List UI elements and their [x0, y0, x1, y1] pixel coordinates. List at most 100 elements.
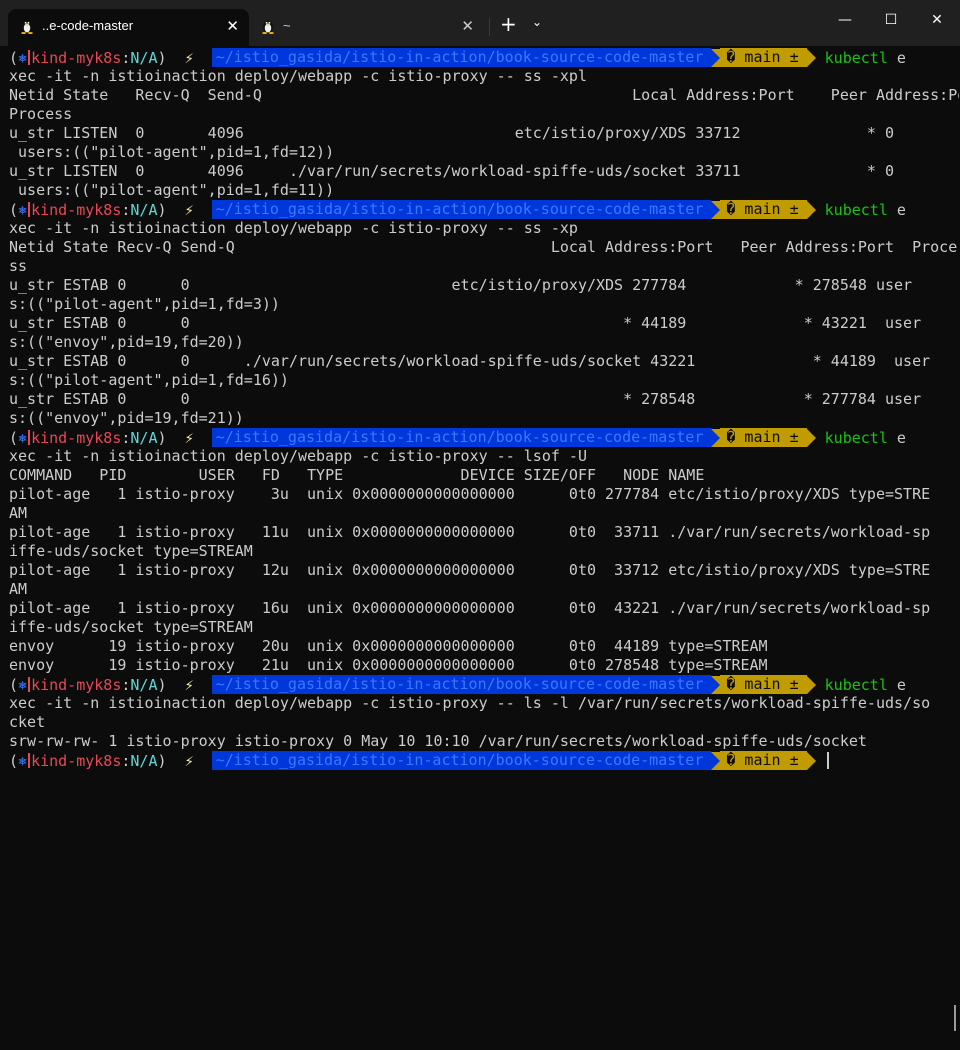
powerline-arrow-icon — [711, 200, 721, 219]
output-line: users:(("pilot-agent",pid=1,fd=11)) — [9, 181, 335, 199]
tab-close-icon[interactable]: ✕ — [461, 17, 474, 35]
title-bar: ..e-code-master ✕ ~ ✕ + ⌄ — ☐ ✕ — [0, 0, 960, 46]
command-text: e — [887, 200, 906, 219]
output-line: s:(("envoy",pid=19,fd=20)) — [9, 333, 244, 351]
new-tab-button[interactable]: + — [500, 13, 517, 35]
shell-prompt: (⎈ kind-myk8s: N/A) ⚡ ~/istio_gasida/istio… — [9, 751, 959, 770]
output-line: u_str ESTAB 0 0 etc/istio/proxy/XDS 2777… — [9, 276, 913, 294]
prompt-spacer — [194, 429, 212, 447]
output-line: ss — [9, 257, 28, 275]
prompt-spacer — [816, 49, 825, 67]
prompt-open-paren: ( — [9, 428, 19, 447]
output-line: xec -it -n istioinaction deploy/webapp -… — [9, 694, 931, 712]
output-line: pilot-age 1 istio-proxy 16u unix 0x00000… — [9, 599, 931, 617]
prompt-spacer — [816, 429, 825, 447]
tab-dropdown-icon[interactable]: ⌄ — [532, 15, 542, 29]
output-line: pilot-age 1 istio-proxy 3u unix 0x000000… — [9, 485, 931, 503]
prompt-context: kind-myk8s — [31, 200, 122, 219]
shell-prompt: (⎈ kind-myk8s: N/A) ⚡ ~/istio_gasida/istio… — [9, 428, 959, 447]
scrollbar-thumb[interactable] — [954, 1005, 956, 1031]
text-cursor — [826, 752, 829, 769]
tab-code-master[interactable]: ..e-code-master ✕ — [8, 9, 249, 46]
lightning-icon: ⚡ — [184, 751, 194, 770]
kubernetes-icon: ⎈ — [18, 675, 28, 694]
prompt-directory: ~/istio_gasida/istio-in-action/book-sour… — [211, 428, 712, 447]
shell-prompt: (⎈ kind-myk8s: N/A) ⚡ ~/istio_gasida/istio… — [9, 675, 959, 694]
output-line: s:(("pilot-agent",pid=1,fd=16)) — [9, 371, 289, 389]
prompt-open-paren: ( — [9, 48, 19, 67]
prompt-spacer — [816, 676, 825, 694]
kubernetes-icon: ⎈ — [18, 428, 28, 447]
prompt-open-paren: ( — [9, 675, 19, 694]
prompt-context: kind-myk8s — [31, 48, 122, 67]
command-word: kubectl — [824, 675, 888, 694]
prompt-spacer — [194, 201, 212, 219]
lightning-icon: ⚡ — [184, 200, 194, 219]
terminal-output[interactable]: (⎈ kind-myk8s: N/A) ⚡ ~/istio_gasida/istio… — [9, 48, 959, 1038]
prompt-close-paren: ) — [157, 751, 167, 770]
prompt-colon: : — [121, 428, 131, 447]
tab-title: ..e-code-master — [42, 18, 134, 33]
prompt-namespace: N/A — [130, 675, 158, 694]
lightning-icon: ⚡ — [184, 675, 194, 694]
kubernetes-icon: ⎈ — [18, 48, 28, 67]
prompt-directory: ~/istio_gasida/istio-in-action/book-sour… — [211, 48, 712, 67]
shell-prompt: (⎈ kind-myk8s: N/A) ⚡ ~/istio_gasida/istio… — [9, 200, 959, 219]
prompt-spacer — [167, 676, 185, 694]
lightning-icon: ⚡ — [184, 428, 194, 447]
command-word: kubectl — [824, 200, 888, 219]
prompt-spacer — [816, 752, 825, 770]
output-line: envoy 19 istio-proxy 20u unix 0x00000000… — [9, 637, 768, 655]
prompt-close-paren: ) — [157, 200, 167, 219]
prompt-directory: ~/istio_gasida/istio-in-action/book-sour… — [211, 200, 712, 219]
output-line: srw-rw-rw- 1 istio-proxy istio-proxy 0 M… — [9, 732, 867, 750]
output-line: pilot-age 1 istio-proxy 12u unix 0x00000… — [9, 561, 931, 579]
output-line: pilot-age 1 istio-proxy 11u unix 0x00000… — [9, 523, 931, 541]
prompt-colon: : — [121, 200, 131, 219]
output-line: xec -it -n istioinaction deploy/webapp -… — [9, 447, 587, 465]
prompt-namespace: N/A — [130, 428, 158, 447]
prompt-open-paren: ( — [9, 200, 19, 219]
tab-close-icon[interactable]: ✕ — [226, 17, 239, 35]
tab-title: ~ — [283, 18, 291, 33]
prompt-spacer — [167, 49, 185, 67]
tab-separator — [489, 18, 490, 36]
prompt-divider — [28, 677, 31, 692]
command-text: e — [887, 675, 906, 694]
lightning-icon: ⚡ — [184, 48, 194, 67]
powerline-arrow-icon — [711, 751, 721, 770]
output-line: Netid State Recv-Q Send-Q Local Address:… — [9, 86, 959, 104]
output-line: envoy 19 istio-proxy 21u unix 0x00000000… — [9, 656, 768, 674]
powerline-arrow-icon — [711, 675, 721, 694]
output-line: iffe-uds/socket type=STREAM — [9, 618, 253, 636]
prompt-spacer — [194, 752, 212, 770]
tab-home[interactable]: ~ ✕ — [249, 9, 486, 46]
prompt-context: kind-myk8s — [31, 751, 122, 770]
prompt-directory: ~/istio_gasida/istio-in-action/book-sour… — [211, 675, 712, 694]
prompt-spacer — [816, 201, 825, 219]
close-window-button[interactable]: ✕ — [914, 0, 960, 40]
output-line: u_str ESTAB 0 0 * 44189 * 43221 user — [9, 314, 922, 332]
prompt-git-branch: � main ± — [720, 675, 807, 694]
prompt-divider — [28, 753, 31, 768]
output-line: u_str LISTEN 0 4096 ./var/run/secrets/wo… — [9, 162, 895, 180]
kubernetes-icon: ⎈ — [18, 200, 28, 219]
output-line: xec -it -n istioinaction deploy/webapp -… — [9, 219, 578, 237]
prompt-spacer — [167, 201, 185, 219]
prompt-close-paren: ) — [157, 428, 167, 447]
prompt-spacer — [194, 49, 212, 67]
minimize-button[interactable]: — — [822, 0, 868, 40]
prompt-colon: : — [121, 48, 131, 67]
command-text: e — [887, 428, 906, 447]
powerline-arrow-icon — [806, 675, 816, 694]
prompt-open-paren: ( — [9, 751, 19, 770]
powerline-arrow-icon — [806, 428, 816, 447]
maximize-button[interactable]: ☐ — [868, 0, 914, 40]
prompt-git-branch: � main ± — [720, 428, 807, 447]
prompt-close-paren: ) — [157, 48, 167, 67]
prompt-namespace: N/A — [130, 48, 158, 67]
linux-tux-icon — [262, 20, 274, 34]
output-line: cket — [9, 713, 46, 731]
output-line: u_str ESTAB 0 0 * 278548 * 277784 user — [9, 390, 922, 408]
prompt-namespace: N/A — [130, 200, 158, 219]
